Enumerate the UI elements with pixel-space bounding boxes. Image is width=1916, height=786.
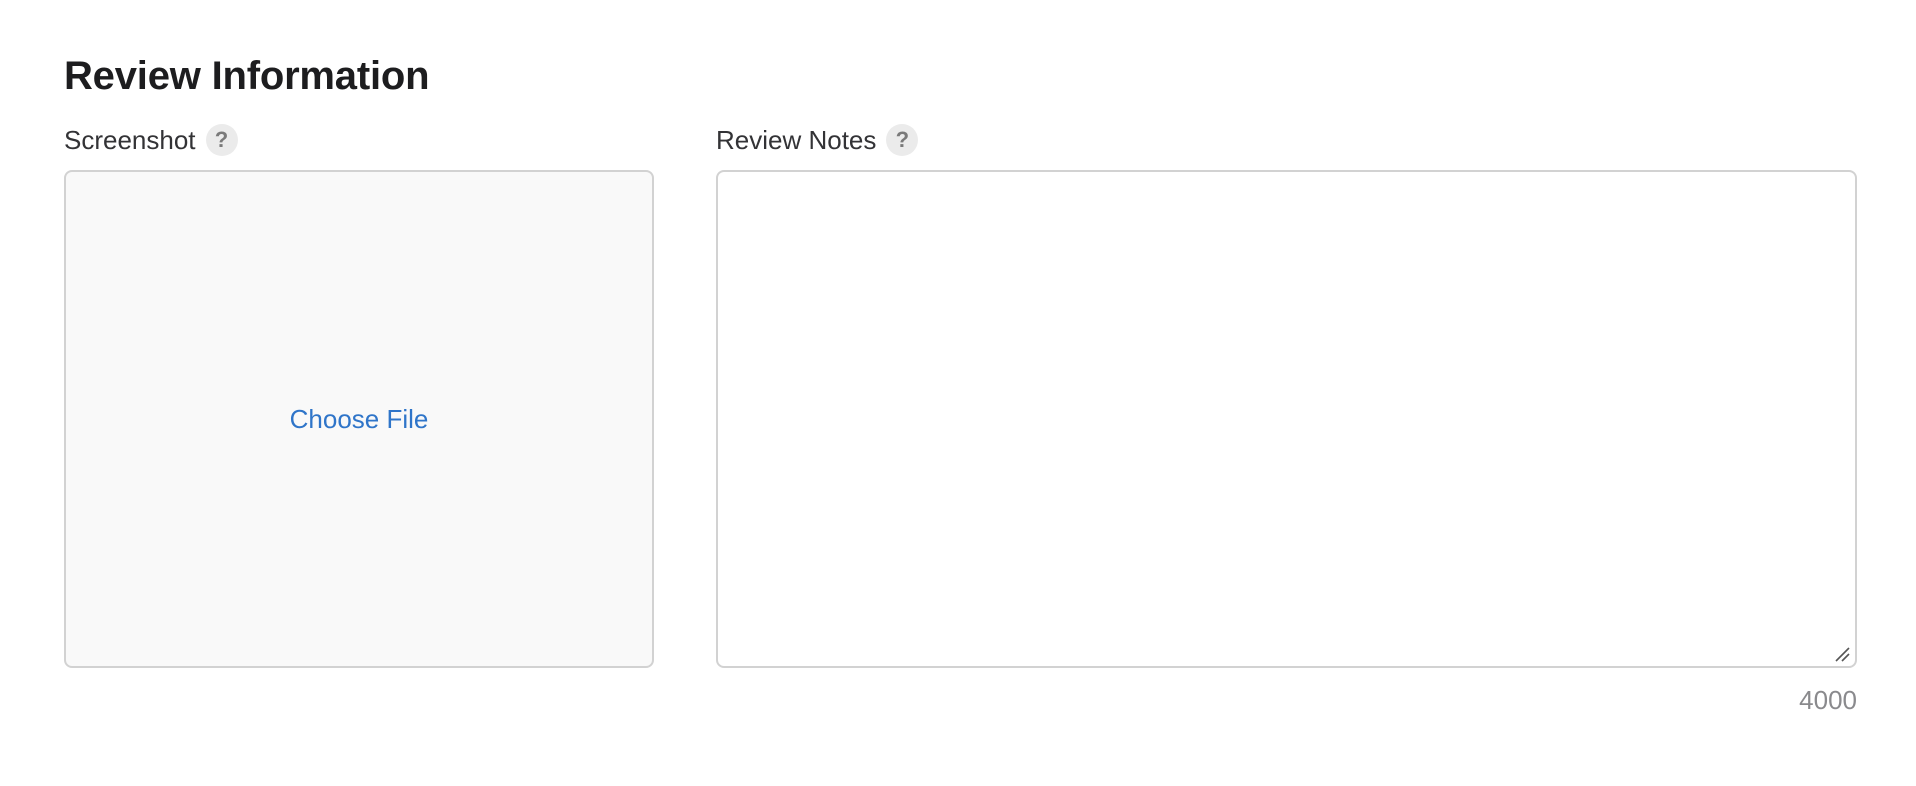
review-notes-help-icon[interactable]: ? xyxy=(886,124,919,156)
character-count: 4000 xyxy=(1799,685,1857,715)
resize-grip-icon[interactable] xyxy=(1834,646,1850,662)
review-notes-label: Review Notes ? xyxy=(716,121,919,159)
review-notes-label-text: Review Notes xyxy=(716,124,877,155)
review-notes-textarea[interactable] xyxy=(716,170,1857,668)
screenshot-label: Screenshot ? xyxy=(64,121,238,159)
screenshot-dropzone[interactable]: Choose File xyxy=(64,170,654,668)
screenshot-label-text: Screenshot xyxy=(64,124,196,155)
screenshot-help-icon[interactable]: ? xyxy=(205,124,238,156)
review-information-page: Review Information Screenshot ? Review N… xyxy=(0,0,1916,786)
choose-file-button[interactable]: Choose File xyxy=(290,404,429,435)
section-title: Review Information xyxy=(64,54,430,98)
